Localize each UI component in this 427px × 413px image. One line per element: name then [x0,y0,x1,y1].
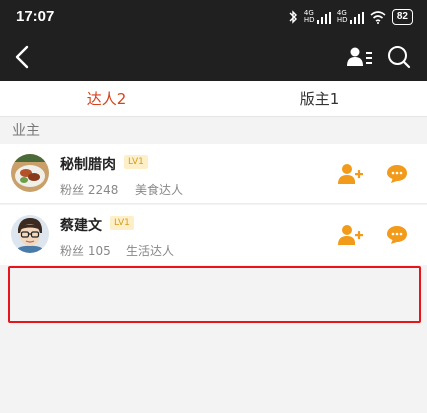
chat-bubble-icon[interactable] [386,225,408,245]
chevron-left-icon[interactable] [10,43,38,71]
add-user-icon[interactable] [338,163,364,185]
avatar [11,215,49,253]
tab-moderators[interactable]: 版主1 [213,81,426,117]
wifi-icon [370,10,386,24]
status-bar: 17:07 4G HD 4G HD 82 [0,0,427,33]
tab-bar: 达人2 版主1 [0,81,427,117]
chat-bubble-icon[interactable] [386,164,408,184]
level-badge: LV1 [110,216,134,230]
level-badge: LV1 [124,155,148,169]
user-tag: 生活达人 [126,244,175,258]
add-user-icon[interactable] [338,224,364,246]
fans-count: 粉丝 2248 [60,183,119,197]
list-item[interactable]: 蔡建文 LV1 粉丝 105 生活达人 [0,205,427,265]
bluetooth-icon [289,10,297,24]
user-name: 蔡建文 [60,218,102,234]
tab-experts[interactable]: 达人2 [0,81,213,117]
signal-1-label: 4G HD [303,9,315,24]
highlight-box [8,266,421,323]
signal-1-icon: 4G HD [304,10,331,24]
user-name: 秘制腊肉 [60,157,116,173]
status-time: 17:07 [16,8,55,25]
signal-2-icon: 4G HD [337,10,364,24]
nav-bar [0,33,427,81]
battery-icon: 82 [391,9,413,25]
user-tag: 美食达人 [135,183,184,197]
avatar [11,154,49,192]
user-list-icon[interactable] [346,45,374,69]
status-icons: 4G HD 4G HD 82 [288,9,413,25]
search-icon[interactable] [386,44,412,70]
signal-2-label: 4G HD [336,9,348,24]
fans-count: 粉丝 105 [60,244,111,258]
list-item[interactable]: 秘制腊肉 LV1 粉丝 2248 美食达人 [0,144,427,204]
section-label: 业主 [12,123,40,139]
